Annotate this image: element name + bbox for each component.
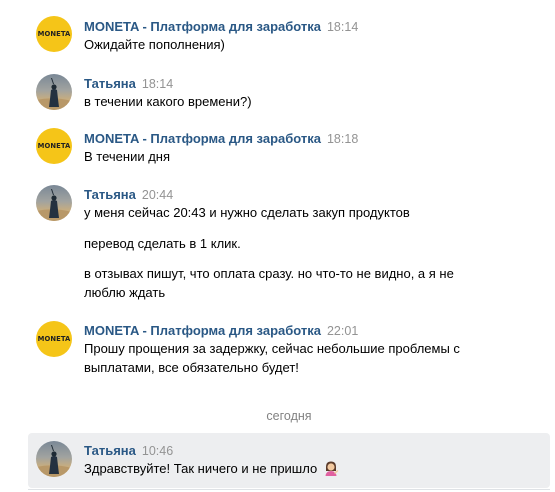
message-text: Здравствуйте! Так ничего и не пришло [84, 460, 339, 478]
author-name[interactable]: Татьяна [84, 187, 136, 202]
author-name[interactable]: Татьяна [84, 76, 136, 91]
person-silhouette-icon [36, 445, 72, 477]
message-header: Татьяна 10:46 [84, 443, 173, 459]
message-time[interactable]: 10:46 [142, 444, 173, 458]
author-name[interactable]: MONETA - Платформа для заработка [84, 131, 321, 146]
message-time[interactable]: 18:18 [327, 132, 358, 146]
message-item: MONETA MONETA - Платформа для заработка 2… [0, 308, 555, 388]
moneta-avatar[interactable]: MONETA [36, 321, 72, 357]
user-avatar[interactable] [36, 74, 72, 110]
chat-history: MONETA MONETA - Платформа для заработка 1… [0, 0, 555, 492]
date-separator: сегодня [266, 409, 312, 423]
person-silhouette-icon [36, 189, 72, 221]
message-text: у меня сейчас 20:43 и нужно сделать заку… [84, 205, 410, 220]
message-text: перевод сделать в 1 клик. [84, 236, 241, 251]
moneta-avatar[interactable]: MONETA [36, 16, 72, 52]
message-item: MONETA MONETA - Платформа для заработка 1… [0, 120, 555, 178]
message-text-content: Здравствуйте! Так ничего и не пришло [84, 461, 318, 476]
moneta-logo-text: MONETA [37, 30, 71, 38]
message-time[interactable]: 18:14 [142, 77, 173, 91]
message-header: MONETA - Платформа для заработка 22:01 [84, 323, 358, 339]
author-name[interactable]: MONETA - Платформа для заработка [84, 19, 321, 34]
woman-tipping-hand-icon [325, 461, 339, 476]
message-text: Ожидайте пополнения) [84, 37, 225, 52]
message-item: Татьяна 20:44 у меня сейчас 20:43 и нужно… [0, 178, 555, 308]
message-text: В течении дня [84, 149, 171, 164]
message-item: Татьяна 18:14 в течении какого времени?) [0, 62, 555, 120]
divider [28, 489, 550, 490]
message-time[interactable]: 20:44 [142, 188, 173, 202]
message-time[interactable]: 18:14 [327, 20, 358, 34]
message-header: Татьяна 18:14 [84, 76, 173, 92]
message-item: MONETA MONETA - Платформа для заработка 1… [0, 0, 555, 60]
message-time[interactable]: 22:01 [327, 324, 358, 338]
person-silhouette-icon [36, 78, 72, 110]
message-item-highlighted: Татьяна 10:46 Здравствуйте! Так ничего и … [28, 433, 550, 488]
user-avatar[interactable] [36, 185, 72, 221]
message-header: MONETA - Платформа для заработка 18:18 [84, 131, 358, 147]
moneta-logo-text: MONETA [37, 335, 71, 343]
message-text: в отзывах пишут, что оплата сразу. но чт… [84, 266, 454, 281]
message-text: люблю ждать [84, 285, 166, 300]
message-header: Татьяна 20:44 [84, 187, 173, 203]
author-name[interactable]: Татьяна [84, 443, 136, 458]
moneta-avatar[interactable]: MONETA [36, 128, 72, 164]
message-text: в течении какого времени?) [84, 94, 252, 109]
moneta-logo-text: MONETA [37, 142, 71, 150]
message-header: MONETA - Платформа для заработка 18:14 [84, 19, 358, 35]
user-avatar[interactable] [36, 441, 72, 477]
author-name[interactable]: MONETA - Платформа для заработка [84, 323, 321, 338]
message-text: выплатами, все обязательно будет! [84, 360, 299, 375]
message-text: Прошу прощения за задержку, сейчас небол… [84, 341, 460, 356]
